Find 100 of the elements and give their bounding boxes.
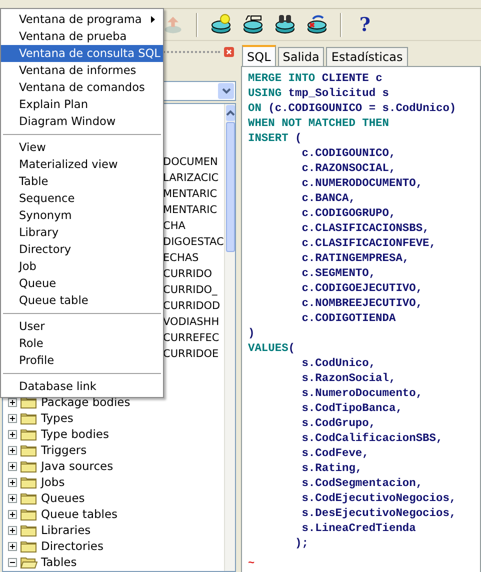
code-line: MERGE INTO CLIENTE c <box>248 72 384 87</box>
code-line: ); <box>294 537 310 552</box>
tree-item[interactable]: CURRIDO <box>163 266 212 282</box>
expand-icon[interactable] <box>8 446 17 454</box>
code-line: s.CodGrupo, <box>300 417 377 432</box>
menu-item[interactable]: Library <box>1 224 163 241</box>
tree-item[interactable]: Libraries <box>41 523 91 537</box>
expand-icon[interactable] <box>8 414 17 422</box>
expand-icon[interactable] <box>8 462 17 470</box>
code-line: c.NUMERODOCUMENTO, <box>300 177 424 192</box>
tree-item[interactable]: Package bodies <box>41 395 130 409</box>
end-marker: ~ <box>248 558 256 572</box>
menu-item[interactable]: Table <box>1 173 163 190</box>
tree-item[interactable]: CURREFEC <box>163 330 220 346</box>
folder-icon <box>20 444 38 456</box>
menu-item[interactable]: Directory <box>1 241 163 258</box>
close-icon[interactable] <box>224 47 234 57</box>
collapse-icon[interactable] <box>8 558 17 566</box>
menu-item[interactable]: Sequence <box>1 190 163 207</box>
tree-item[interactable]: CHA <box>163 218 186 234</box>
tree-item[interactable]: CURRIDOD <box>163 298 220 314</box>
open-folder-icon <box>20 556 38 568</box>
menu-item[interactable]: Database link <box>1 378 163 395</box>
tab[interactable]: SQL <box>242 45 276 66</box>
code-line: c.SEGMENTO, <box>300 267 377 282</box>
tree-item[interactable]: LARIZACIC <box>163 170 219 186</box>
database-refresh-icon <box>305 12 329 36</box>
sql-editor[interactable] <box>241 66 481 572</box>
code-line: s.NumeroDocumento, <box>300 387 424 402</box>
expand-icon[interactable] <box>8 526 17 534</box>
menu-item[interactable]: Explain Plan <box>1 96 163 113</box>
tree-item[interactable]: CURRIDO_ <box>163 282 218 298</box>
expand-icon[interactable] <box>8 542 17 550</box>
code-line: c.BANCA, <box>300 192 356 207</box>
tab[interactable]: Salida <box>278 47 324 66</box>
help-button[interactable]: ? <box>352 12 378 38</box>
folder-icon <box>20 460 38 472</box>
code-line: s.CodEjecutivoNegocios, <box>300 492 458 507</box>
tree-item[interactable]: CURRIDOE <box>163 346 219 362</box>
tree-item[interactable]: Queue tables <box>41 507 118 521</box>
tree-item[interactable]: Tables <box>41 555 77 569</box>
code-line: s.LineaCredTienda <box>300 522 417 537</box>
folder-icon <box>20 428 38 440</box>
code-line: s.CodFeve, <box>300 447 370 462</box>
scrollbar-thumb[interactable] <box>226 122 235 252</box>
folder-icon <box>20 476 38 488</box>
code-line: c.CODIGOUNICO, <box>300 147 397 162</box>
database-bulb-icon <box>209 12 233 36</box>
menu-item[interactable]: Materialized view <box>1 156 163 173</box>
expand-icon[interactable] <box>8 494 17 502</box>
database-sql-icon <box>241 12 265 36</box>
menu-item[interactable]: Ventana de prueba <box>1 28 163 45</box>
menu-item[interactable]: Ventana de consulta SQL <box>1 45 163 62</box>
menu-item[interactable]: Ventana de informes <box>1 62 163 79</box>
code-line: c.CODIGOTIENDA <box>300 312 397 327</box>
code-line: USING tmp_Solicitud s <box>248 87 390 102</box>
code-line: c.RATINGEMPRESA, <box>300 252 410 267</box>
tree-item[interactable]: Queues <box>41 491 85 505</box>
menu-item[interactable]: Ventana de comandos <box>1 79 163 96</box>
tree-item[interactable]: DOCUMEN <box>163 154 218 170</box>
scroll-up-button[interactable] <box>226 105 235 121</box>
code-line: s.RazonSocial, <box>300 372 397 387</box>
folder-icon <box>20 540 38 552</box>
tab[interactable]: Estadísticas <box>326 47 408 66</box>
code-line: ON (c.CODIGOUNICO = s.CodUnico) <box>248 102 458 117</box>
menu-item[interactable]: User <box>1 318 163 335</box>
tree-item[interactable]: Type bodies <box>41 427 109 441</box>
tree-item[interactable]: MENTARIC <box>163 202 218 218</box>
folder-icon <box>20 508 38 520</box>
menu-item[interactable]: Synonym <box>1 207 163 224</box>
menu-item[interactable]: Diagram Window <box>1 113 163 130</box>
code-line: c.RAZONSOCIAL, <box>300 162 397 177</box>
menu-item[interactable]: Role <box>1 335 163 352</box>
menu-item[interactable]: Profile <box>1 352 163 369</box>
code-line: WHEN NOT MATCHED THEN <box>248 117 390 132</box>
folder-icon <box>20 492 38 504</box>
code-line: VALUES( <box>248 342 296 357</box>
tree-item[interactable]: Java sources <box>41 459 114 473</box>
tree-item[interactable]: VODIASHH <box>163 314 220 330</box>
expand-icon[interactable] <box>8 478 17 486</box>
tree-item[interactable]: DIGOESTAC <box>163 234 224 250</box>
code-line: s.CodCalificacionSBS, <box>300 432 444 447</box>
code-line: c.NOMBREEJECUTIVO, <box>300 297 424 312</box>
menu-item[interactable]: Ventana de programa <box>1 11 163 28</box>
tree-item[interactable]: Jobs <box>41 475 65 489</box>
tree-item[interactable]: Directories <box>41 539 104 553</box>
menu-item[interactable]: Queue <box>1 275 163 292</box>
expand-icon[interactable] <box>8 510 17 518</box>
code-line: s.CodTipoBanca, <box>300 402 404 417</box>
tree-item[interactable]: ECHAS <box>163 250 199 266</box>
menu-item[interactable]: Queue table <box>1 292 163 309</box>
code-line: c.CODIGOEJECUTIVO, <box>300 282 424 297</box>
expand-icon[interactable] <box>8 430 17 438</box>
code-line: s.CodUnico, <box>300 357 377 372</box>
tree-item[interactable]: Types <box>41 411 74 425</box>
tree-item[interactable]: MENTARIC <box>163 186 218 202</box>
menu-item[interactable]: View <box>1 139 163 156</box>
tree-item[interactable]: Triggers <box>41 443 87 457</box>
chevron-up-icon <box>226 110 235 116</box>
menu-item[interactable]: Job <box>1 258 163 275</box>
